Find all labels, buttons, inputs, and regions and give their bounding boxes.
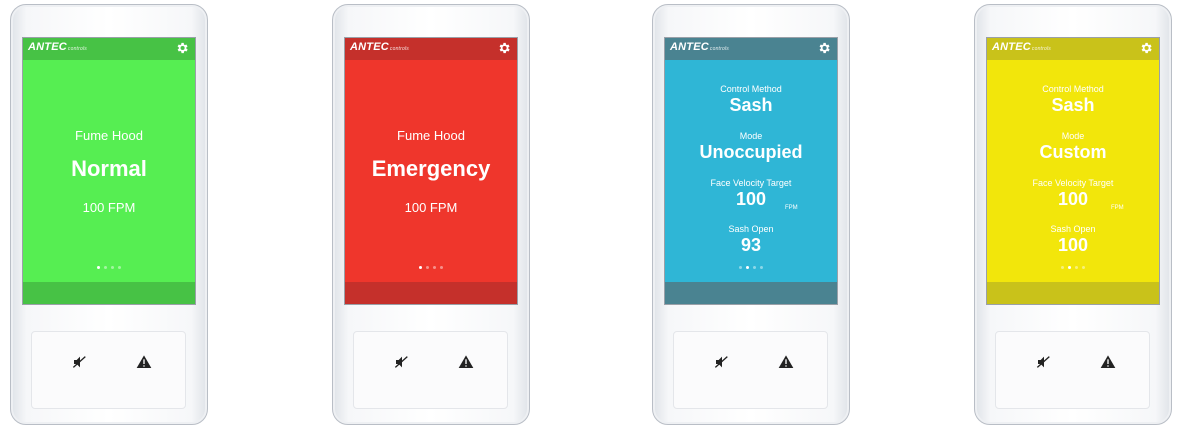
gear-icon[interactable] <box>1139 41 1153 55</box>
alarm-icon[interactable] <box>136 354 152 370</box>
control-method-value: Sash <box>1051 95 1095 115</box>
gear-icon[interactable] <box>175 41 189 55</box>
info-panel: Control Method Sash Mode Unoccupied Face… <box>665 60 837 283</box>
mode-value: Custom <box>1039 142 1107 162</box>
bottom-bar <box>665 282 837 304</box>
status-value: Normal <box>71 156 147 181</box>
page-dot[interactable] <box>419 266 422 269</box>
sash-open-label: Sash Open <box>728 224 774 234</box>
touch-screen[interactable]: ANTECcontrols Fume Hood Emergency 100 FP… <box>344 37 518 305</box>
velocity-readout: 100 FPM <box>82 200 136 215</box>
mute-icon[interactable] <box>1036 354 1052 370</box>
status-label: Fume Hood <box>397 128 465 143</box>
mode-value: Unoccupied <box>699 142 803 162</box>
velocity-readout: 100 FPM <box>404 200 458 215</box>
controller-normal: ANTECcontrols Fume Hood Normal 100 FPM <box>10 4 208 425</box>
button-panel <box>995 331 1150 409</box>
face-velocity-value: 100 <box>1057 189 1089 209</box>
sash-open-value: 100 <box>1057 235 1089 255</box>
bottom-bar <box>987 282 1159 304</box>
alarm-icon[interactable] <box>778 354 794 370</box>
page-dot[interactable] <box>426 266 429 269</box>
face-velocity-label: Face Velocity Target <box>710 178 792 188</box>
page-dot[interactable] <box>760 266 763 269</box>
top-bar: ANTECcontrols <box>665 38 837 60</box>
page-indicator[interactable] <box>23 266 195 269</box>
sash-open-label: Sash Open <box>1050 224 1096 234</box>
gear-icon[interactable] <box>497 41 511 55</box>
page-dot[interactable] <box>104 266 107 269</box>
page-indicator[interactable] <box>665 266 837 269</box>
brand-logo: ANTECcontrols <box>992 41 1051 53</box>
touch-screen[interactable]: ANTECcontrols Control Method Sash Mode C… <box>986 37 1160 305</box>
top-bar: ANTECcontrols <box>987 38 1159 60</box>
page-indicator[interactable] <box>987 266 1159 269</box>
page-dot[interactable] <box>440 266 443 269</box>
brand-logo: ANTECcontrols <box>670 41 729 53</box>
top-bar: ANTECcontrols <box>345 38 517 60</box>
face-velocity-value: 100 <box>735 189 767 209</box>
bottom-bar <box>345 282 517 304</box>
face-velocity-unit: FPM <box>1111 205 1124 211</box>
brand-logo: ANTECcontrols <box>28 41 87 53</box>
page-dot[interactable] <box>433 266 436 269</box>
status-panel: Fume Hood Normal 100 FPM <box>23 60 195 283</box>
face-velocity-unit: FPM <box>785 205 798 211</box>
status-panel: Fume Hood Emergency 100 FPM <box>345 60 517 283</box>
face-velocity-label: Face Velocity Target <box>1032 178 1114 188</box>
button-panel <box>673 331 828 409</box>
control-method-label: Control Method <box>720 84 782 94</box>
page-dot[interactable] <box>746 266 749 269</box>
top-bar: ANTECcontrols <box>23 38 195 60</box>
brand-logo: ANTECcontrols <box>350 41 409 53</box>
page-dot[interactable] <box>753 266 756 269</box>
mode-label: Mode <box>739 131 763 141</box>
controller-info-custom: ANTECcontrols Control Method Sash Mode C… <box>974 4 1172 425</box>
mode-label: Mode <box>1061 131 1085 141</box>
bottom-bar <box>23 282 195 304</box>
alarm-icon[interactable] <box>1100 354 1116 370</box>
page-indicator[interactable] <box>345 266 517 269</box>
status-value: Emergency <box>371 156 491 181</box>
page-dot[interactable] <box>118 266 121 269</box>
control-method-label: Control Method <box>1042 84 1104 94</box>
page-dot[interactable] <box>739 266 742 269</box>
info-panel: Control Method Sash Mode Custom Face Vel… <box>987 60 1159 283</box>
page-dot[interactable] <box>111 266 114 269</box>
page-dot[interactable] <box>1068 266 1071 269</box>
mute-icon[interactable] <box>72 354 88 370</box>
control-method-value: Sash <box>729 95 773 115</box>
status-label: Fume Hood <box>75 128 143 143</box>
alarm-icon[interactable] <box>458 354 474 370</box>
controller-emergency: ANTECcontrols Fume Hood Emergency 100 FP… <box>332 4 530 425</box>
touch-screen[interactable]: ANTECcontrols Control Method Sash Mode U… <box>664 37 838 305</box>
page-dot[interactable] <box>1082 266 1085 269</box>
mute-icon[interactable] <box>394 354 410 370</box>
sash-open-value: 93 <box>740 235 762 255</box>
button-panel <box>353 331 508 409</box>
mute-icon[interactable] <box>714 354 730 370</box>
controller-info-unoccupied: ANTECcontrols Control Method Sash Mode U… <box>652 4 850 425</box>
touch-screen[interactable]: ANTECcontrols Fume Hood Normal 100 FPM <box>22 37 196 305</box>
gear-icon[interactable] <box>817 41 831 55</box>
page-dot[interactable] <box>1075 266 1078 269</box>
button-panel <box>31 331 186 409</box>
page-dot[interactable] <box>97 266 100 269</box>
page-dot[interactable] <box>1061 266 1064 269</box>
